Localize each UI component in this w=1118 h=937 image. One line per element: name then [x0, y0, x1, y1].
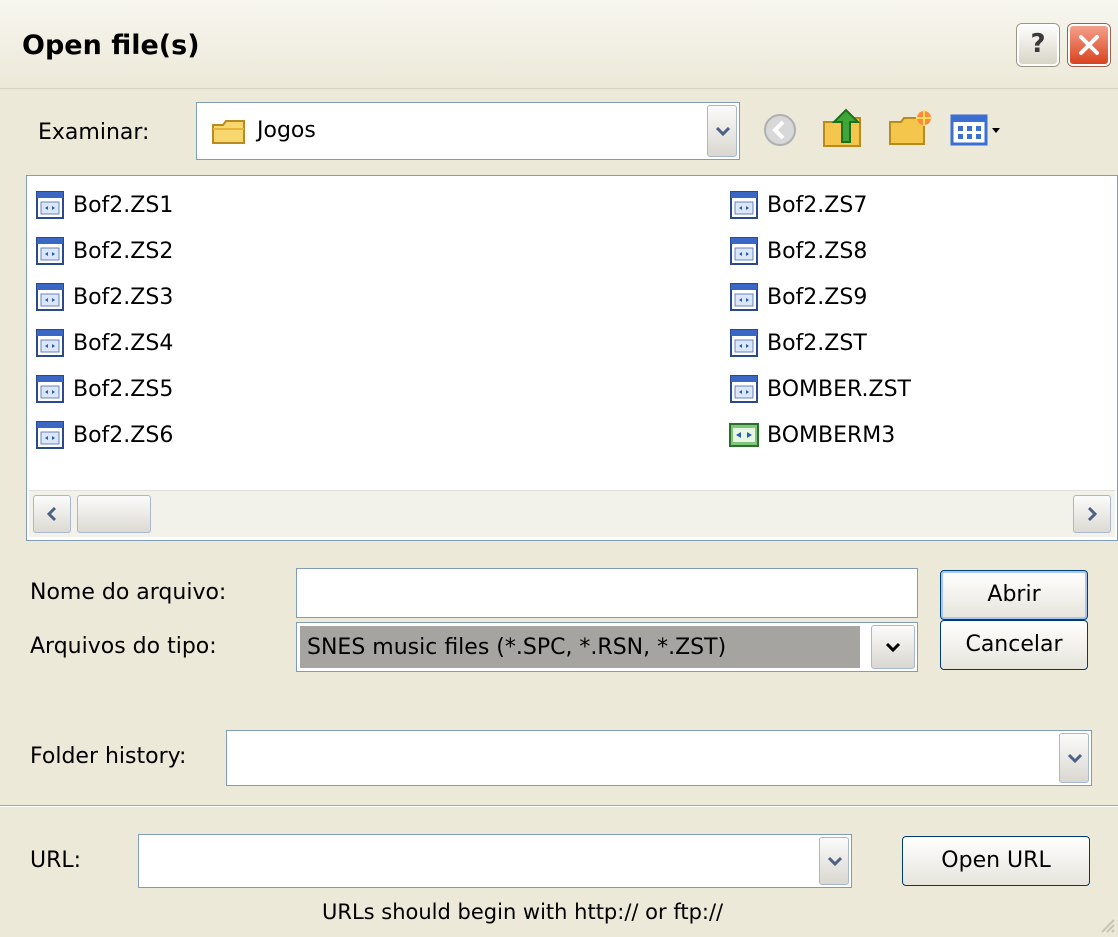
file-name: BOMBER.ZST [767, 376, 911, 402]
lookin-value: Jogos [257, 118, 316, 143]
document-icon [36, 283, 64, 311]
file-name: Bof2.ZS6 [73, 422, 174, 448]
file-name: Bof2.ZS3 [73, 284, 174, 310]
file-item[interactable]: Bof2.ZS4 [35, 326, 173, 360]
horizontal-scrollbar[interactable] [29, 490, 1115, 537]
file-list[interactable]: Bof2.ZS1 Bof2.ZS2 Bof2.ZS3 Bof2.ZS4 Bof2.ZS5… [26, 175, 1118, 541]
open-button[interactable]: Abrir [940, 570, 1088, 620]
back-icon[interactable] [760, 110, 800, 150]
history-label: Folder history: [30, 744, 187, 769]
scroll-right-button[interactable] [1073, 495, 1111, 533]
lookin-combo[interactable]: Jogos [196, 102, 740, 160]
document-icon [730, 375, 758, 403]
resize-grip-icon[interactable] [1096, 914, 1116, 934]
scroll-thumb[interactable] [77, 495, 151, 533]
file-item[interactable]: Bof2.ZS2 [35, 234, 173, 268]
document-icon [36, 237, 64, 265]
separator [0, 805, 1118, 807]
file-name: Bof2.ZS4 [73, 330, 174, 356]
open-url-button[interactable]: Open URL [902, 836, 1090, 886]
folder-icon [212, 120, 245, 144]
close-button[interactable] [1068, 24, 1110, 66]
file-item[interactable]: Bof2.ZST [729, 326, 867, 360]
view-menu-icon [950, 114, 1000, 146]
document-icon [730, 329, 758, 357]
media-file-icon [729, 423, 759, 447]
chevron-right-icon [1087, 506, 1098, 522]
file-name: Bof2.ZS9 [767, 284, 868, 310]
document-icon [36, 375, 64, 403]
url-hint: URLs should begin with http:// or ftp:// [322, 900, 724, 924]
help-button[interactable]: ? [1017, 24, 1059, 66]
document-icon [36, 191, 64, 219]
up-folder-icon[interactable] [820, 106, 866, 150]
file-name: Bof2.ZS5 [73, 376, 174, 402]
file-name: Bof2.ZS1 [73, 192, 174, 218]
lookin-dropdown-button[interactable] [707, 105, 737, 157]
file-name: Bof2.ZS8 [767, 238, 868, 264]
file-name: Bof2.ZST [767, 330, 867, 356]
file-item[interactable]: Bof2.ZS9 [729, 280, 867, 314]
filetype-label: Arquivos do tipo: [30, 634, 217, 659]
cancel-button[interactable]: Cancelar [940, 620, 1088, 670]
document-icon [36, 329, 64, 357]
file-item[interactable]: BOMBER.ZST [729, 372, 911, 406]
scroll-left-button[interactable] [33, 495, 71, 533]
document-icon [730, 237, 758, 265]
file-item[interactable]: Bof2.ZS6 [35, 418, 173, 452]
view-menu-button[interactable] [950, 112, 1014, 148]
url-combo[interactable] [138, 834, 852, 888]
history-combo[interactable] [226, 730, 1092, 786]
chevron-left-icon [46, 506, 57, 522]
file-item[interactable]: Bof2.ZS3 [35, 280, 173, 314]
filename-input[interactable] [296, 568, 918, 618]
chevron-down-icon [715, 126, 731, 136]
url-label: URL: [30, 848, 82, 873]
file-name: BOMBERM3 [767, 422, 896, 448]
filename-label: Nome do arquivo: [30, 580, 227, 605]
lookin-label: Examinar: [38, 120, 150, 145]
chevron-down-icon [827, 856, 843, 866]
close-icon [1079, 35, 1099, 55]
file-item[interactable]: Bof2.ZS7 [729, 188, 867, 222]
window-title: Open file(s) [22, 30, 200, 61]
file-name: Bof2.ZS7 [767, 192, 868, 218]
filetype-select[interactable]: SNES music files (*.SPC, *.RSN, *.ZST) [296, 622, 918, 672]
file-name: Bof2.ZS2 [73, 238, 174, 264]
new-folder-icon[interactable] [886, 108, 934, 148]
filetype-value: SNES music files (*.SPC, *.RSN, *.ZST) [307, 635, 727, 660]
chevron-down-icon [1067, 753, 1083, 763]
title-bar: Open file(s) ? [0, 0, 1118, 89]
history-dropdown-button[interactable] [1059, 733, 1089, 783]
file-item[interactable]: Bof2.ZS5 [35, 372, 173, 406]
document-icon [36, 421, 64, 449]
chevron-down-icon [885, 642, 901, 652]
url-dropdown-button[interactable] [819, 837, 849, 885]
filetype-dropdown-button[interactable] [871, 625, 915, 669]
document-icon [730, 191, 758, 219]
help-icon: ? [1030, 29, 1046, 59]
file-item[interactable]: Bof2.ZS1 [35, 188, 173, 222]
document-icon [730, 283, 758, 311]
file-item[interactable]: Bof2.ZS8 [729, 234, 867, 268]
file-item[interactable]: BOMBERM3 [729, 418, 895, 452]
